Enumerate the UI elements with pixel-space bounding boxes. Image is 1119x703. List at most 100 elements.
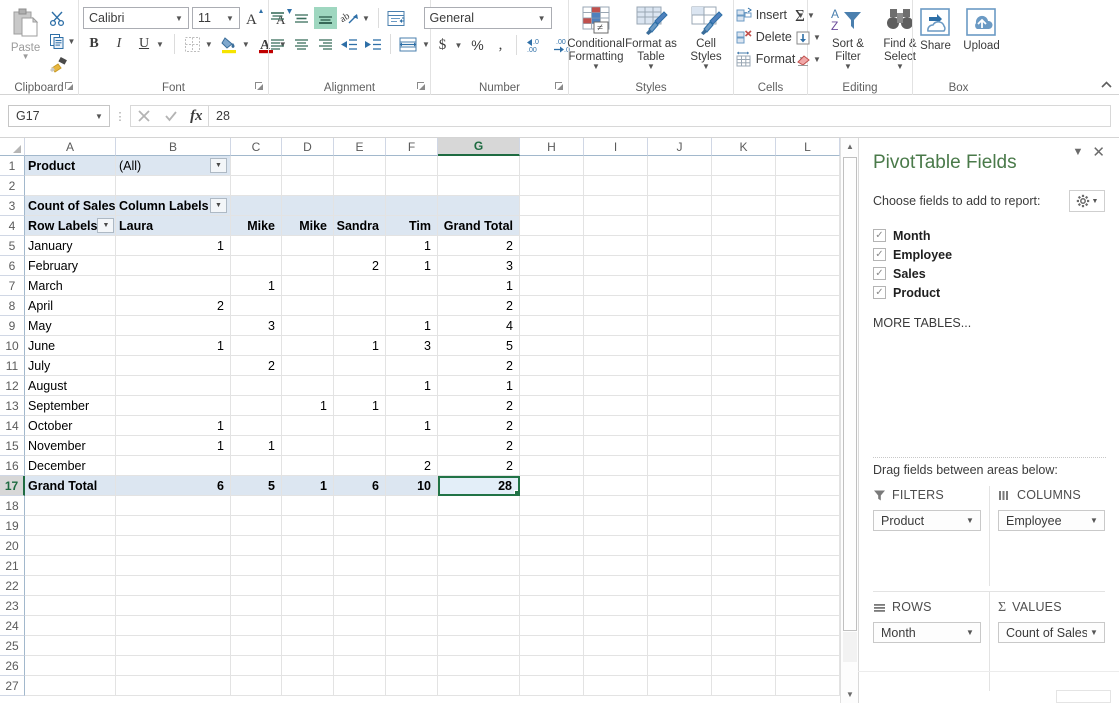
- grid-cell[interactable]: [438, 196, 520, 216]
- grid-cell[interactable]: [231, 196, 282, 216]
- data-cell[interactable]: [116, 356, 231, 376]
- align-center-button[interactable]: [290, 33, 313, 55]
- grid-cell[interactable]: [712, 456, 776, 476]
- grid-cell[interactable]: [386, 576, 438, 596]
- grid-cell[interactable]: [648, 416, 712, 436]
- grid-cell[interactable]: [712, 296, 776, 316]
- grid-cell[interactable]: [116, 576, 231, 596]
- checkbox-product[interactable]: ✓: [873, 286, 886, 299]
- row-header-21[interactable]: 21: [0, 556, 25, 576]
- grid-cell[interactable]: [438, 656, 520, 676]
- italic-button[interactable]: I: [108, 33, 130, 55]
- column-header-k[interactable]: K: [712, 138, 776, 156]
- grid-cell[interactable]: [712, 656, 776, 676]
- grid-cell[interactable]: [712, 536, 776, 556]
- grid-cell[interactable]: [648, 456, 712, 476]
- grid-cell[interactable]: [25, 636, 116, 656]
- align-top-button[interactable]: [266, 7, 289, 29]
- column-header-c[interactable]: C: [231, 138, 282, 156]
- grid-cell[interactable]: [520, 556, 584, 576]
- row-header-15[interactable]: 15: [0, 436, 25, 456]
- grid-cell[interactable]: [712, 356, 776, 376]
- employee-header-5[interactable]: Tim: [386, 216, 438, 236]
- grid-vertical-scrollbar[interactable]: ▲ ▼: [840, 138, 859, 703]
- row-total-cell[interactable]: 2: [438, 416, 520, 436]
- grid-cell[interactable]: [25, 556, 116, 576]
- grid-cell[interactable]: [25, 176, 116, 196]
- grid-cell[interactable]: [116, 516, 231, 536]
- grid-cell[interactable]: [648, 256, 712, 276]
- data-cell[interactable]: [116, 376, 231, 396]
- grid-cell[interactable]: [282, 676, 334, 696]
- grid-cell[interactable]: [25, 536, 116, 556]
- formula-input[interactable]: 28: [208, 105, 1111, 127]
- grid-cell[interactable]: [334, 196, 386, 216]
- copy-button[interactable]: ▼: [49, 31, 75, 51]
- grid-cell[interactable]: [584, 676, 648, 696]
- row-total-cell[interactable]: 1: [438, 276, 520, 296]
- chevron-down-icon[interactable]: ▼: [1087, 628, 1101, 637]
- grid-cell[interactable]: [776, 336, 840, 356]
- data-cell[interactable]: 1: [116, 416, 231, 436]
- grid-cell[interactable]: [712, 676, 776, 696]
- autosum-button[interactable]: Σ ▼: [795, 5, 821, 26]
- data-cell[interactable]: [282, 296, 334, 316]
- grand-total-cell[interactable]: 6: [334, 476, 386, 496]
- conditional-formatting-dropdown-arrow[interactable]: ▼: [592, 63, 600, 71]
- row-header-19[interactable]: 19: [0, 516, 25, 536]
- number-format-combo[interactable]: General ▼: [423, 7, 552, 29]
- grid-cell[interactable]: [520, 516, 584, 536]
- row-header-9[interactable]: 9: [0, 316, 25, 336]
- select-all-corner[interactable]: [0, 138, 25, 156]
- grid-cell[interactable]: [231, 656, 282, 676]
- grid-cell[interactable]: [584, 436, 648, 456]
- grid-cell[interactable]: [520, 496, 584, 516]
- grid-cell[interactable]: [712, 556, 776, 576]
- grid-cell[interactable]: [776, 536, 840, 556]
- data-cell[interactable]: [334, 416, 386, 436]
- cut-button[interactable]: [49, 8, 76, 28]
- grid-cell[interactable]: [386, 676, 438, 696]
- data-cell[interactable]: [386, 436, 438, 456]
- fill-color-dropdown-arrow[interactable]: ▼: [241, 40, 253, 49]
- grid-cell[interactable]: [776, 296, 840, 316]
- row-labels-filter-dropdown[interactable]: ▼: [97, 218, 115, 233]
- field-item-employee[interactable]: ✓ Employee: [873, 245, 1105, 264]
- data-cell[interactable]: [116, 456, 231, 476]
- scrollbar-track[interactable]: [843, 632, 857, 662]
- grid-cell[interactable]: [648, 176, 712, 196]
- grid-cell[interactable]: [648, 496, 712, 516]
- grid-cell[interactable]: [520, 576, 584, 596]
- grid-cell[interactable]: [776, 156, 840, 176]
- data-cell[interactable]: [334, 376, 386, 396]
- area-field-rows[interactable]: Month ▼: [873, 622, 981, 643]
- report-filter-value[interactable]: (All) ▼: [116, 156, 231, 176]
- row-header-7[interactable]: 7: [0, 276, 25, 296]
- grid-cell[interactable]: [648, 276, 712, 296]
- scroll-down-arrow[interactable]: ▼: [841, 686, 859, 703]
- grid-cell[interactable]: [25, 616, 116, 636]
- grid-cell[interactable]: [438, 536, 520, 556]
- grid-cell[interactable]: [584, 616, 648, 636]
- grid-cell[interactable]: [231, 636, 282, 656]
- data-cell[interactable]: [231, 416, 282, 436]
- name-box[interactable]: G17 ▼: [8, 105, 110, 127]
- grid-cell[interactable]: [648, 336, 712, 356]
- grid-cell[interactable]: [584, 396, 648, 416]
- grid-cell[interactable]: [520, 656, 584, 676]
- value-field-label[interactable]: Count of Sales: [25, 196, 116, 216]
- row-total-cell[interactable]: 2: [438, 236, 520, 256]
- grid-cell[interactable]: [520, 216, 584, 236]
- grid-cell[interactable]: [520, 276, 584, 296]
- data-cell[interactable]: 1: [116, 336, 231, 356]
- underline-dropdown-arrow[interactable]: ▼: [155, 40, 167, 49]
- grid-cell[interactable]: [776, 476, 840, 496]
- grid-cell[interactable]: [584, 416, 648, 436]
- month-label[interactable]: November: [25, 436, 116, 456]
- grid-cell[interactable]: [648, 676, 712, 696]
- checkbox-employee[interactable]: ✓: [873, 248, 886, 261]
- column-labels-filter-dropdown[interactable]: ▼: [210, 198, 227, 213]
- grid-cell[interactable]: [712, 436, 776, 456]
- row-header-24[interactable]: 24: [0, 616, 25, 636]
- data-cell[interactable]: [282, 356, 334, 376]
